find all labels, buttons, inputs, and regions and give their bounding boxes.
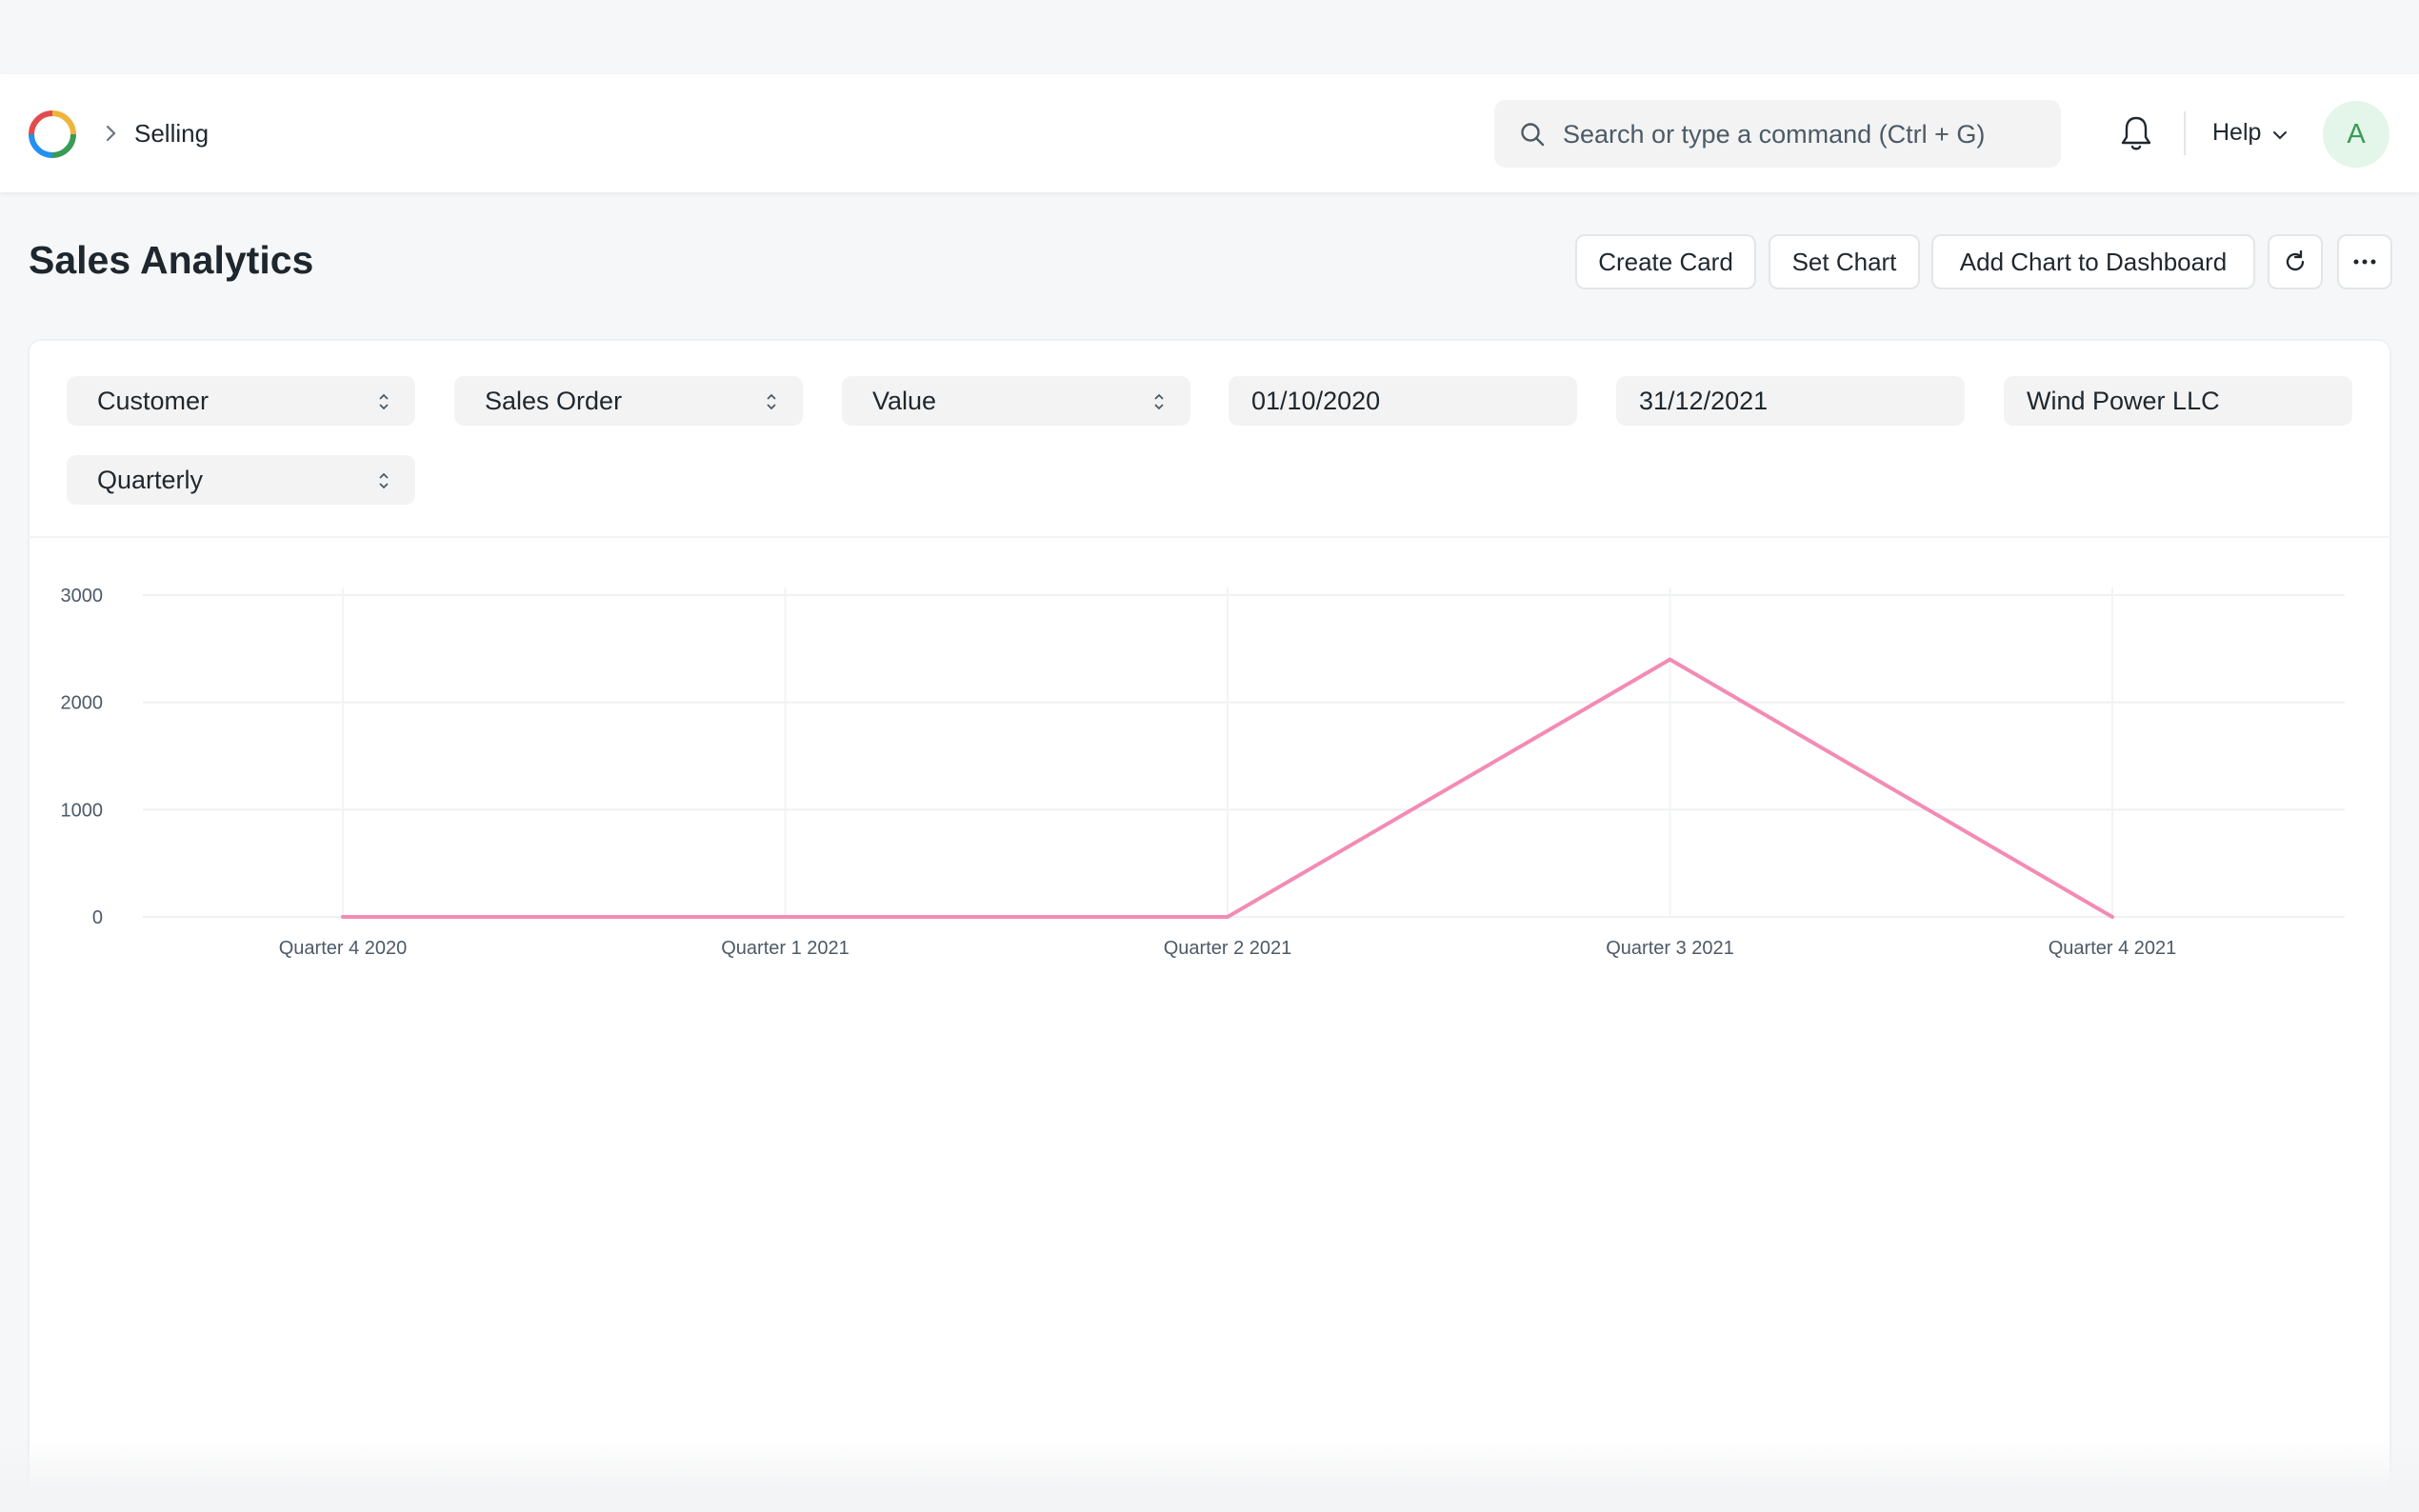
doc-type-value: Sales Order: [485, 387, 623, 415]
search-input[interactable]: Search or type a command (Ctrl + G): [1494, 100, 2061, 168]
y-tick-label: 3000: [61, 586, 104, 607]
search-placeholder: Search or type a command (Ctrl + G): [1563, 120, 1986, 149]
company-field[interactable]: Wind Power LLC: [2004, 376, 2352, 426]
value-quantity-value: Value: [872, 387, 937, 415]
select-arrows-icon: [379, 393, 389, 410]
help-menu[interactable]: Help: [2212, 117, 2261, 148]
add-chart-to-dashboard-button[interactable]: Add Chart to Dashboard: [1931, 234, 2255, 289]
company-value: Wind Power LLC: [2027, 387, 2220, 415]
more-options-button[interactable]: [2337, 234, 2392, 289]
y-tick-label: 1000: [61, 800, 104, 821]
set-chart-button[interactable]: Set Chart: [1769, 234, 1920, 289]
to-date-value: 31/12/2021: [1639, 387, 1769, 415]
chevron-down-icon[interactable]: [2271, 127, 2289, 144]
x-tick-label: Quarter 4 2021: [2049, 938, 2177, 959]
select-arrows-icon: [1154, 393, 1164, 410]
range-value: Quarterly: [97, 466, 204, 494]
chevron-right-icon: [106, 125, 116, 142]
tree-type-select[interactable]: Customer: [67, 376, 415, 426]
x-tick-label: Quarter 4 2020: [279, 938, 408, 959]
doc-type-select[interactable]: Sales Order: [454, 376, 803, 426]
select-arrows-icon: [767, 393, 776, 410]
sales-line-chart: 0 1000 2000 3000 Quarter 4 2020 Quarter 1 202…: [61, 586, 2345, 959]
refresh-button[interactable]: [2268, 234, 2323, 289]
search-icon: [1521, 123, 1545, 147]
create-card-button[interactable]: Create Card: [1575, 234, 1756, 289]
x-tick-label: Quarter 3 2021: [1606, 938, 1734, 959]
y-tick-label: 0: [92, 907, 103, 928]
bell-icon[interactable]: [2119, 114, 2153, 152]
value-quantity-select[interactable]: Value: [842, 376, 1190, 426]
x-tick-label: Quarter 1 2021: [721, 938, 850, 959]
navbar-divider: [2184, 111, 2186, 155]
avatar[interactable]: A: [2323, 101, 2389, 168]
x-tick-label: Quarter 2 2021: [1164, 938, 1292, 959]
refresh-icon: [2286, 249, 2305, 271]
range-select[interactable]: Quarterly: [67, 455, 415, 505]
from-date-field[interactable]: 01/10/2020: [1229, 376, 1577, 426]
breadcrumb-selling[interactable]: Selling: [134, 118, 209, 149]
more-icon: [2353, 259, 2376, 265]
to-date-field[interactable]: 31/12/2021: [1616, 376, 1965, 426]
page-title: Sales Analytics: [29, 238, 314, 282]
select-arrows-icon: [379, 472, 389, 489]
app-logo-icon[interactable]: [28, 109, 77, 159]
y-tick-label: 2000: [61, 693, 104, 714]
filter-divider: [28, 536, 2391, 538]
from-date-value: 01/10/2020: [1251, 387, 1381, 415]
tree-type-value: Customer: [97, 387, 210, 415]
page-bottom: [0, 1440, 2419, 1512]
